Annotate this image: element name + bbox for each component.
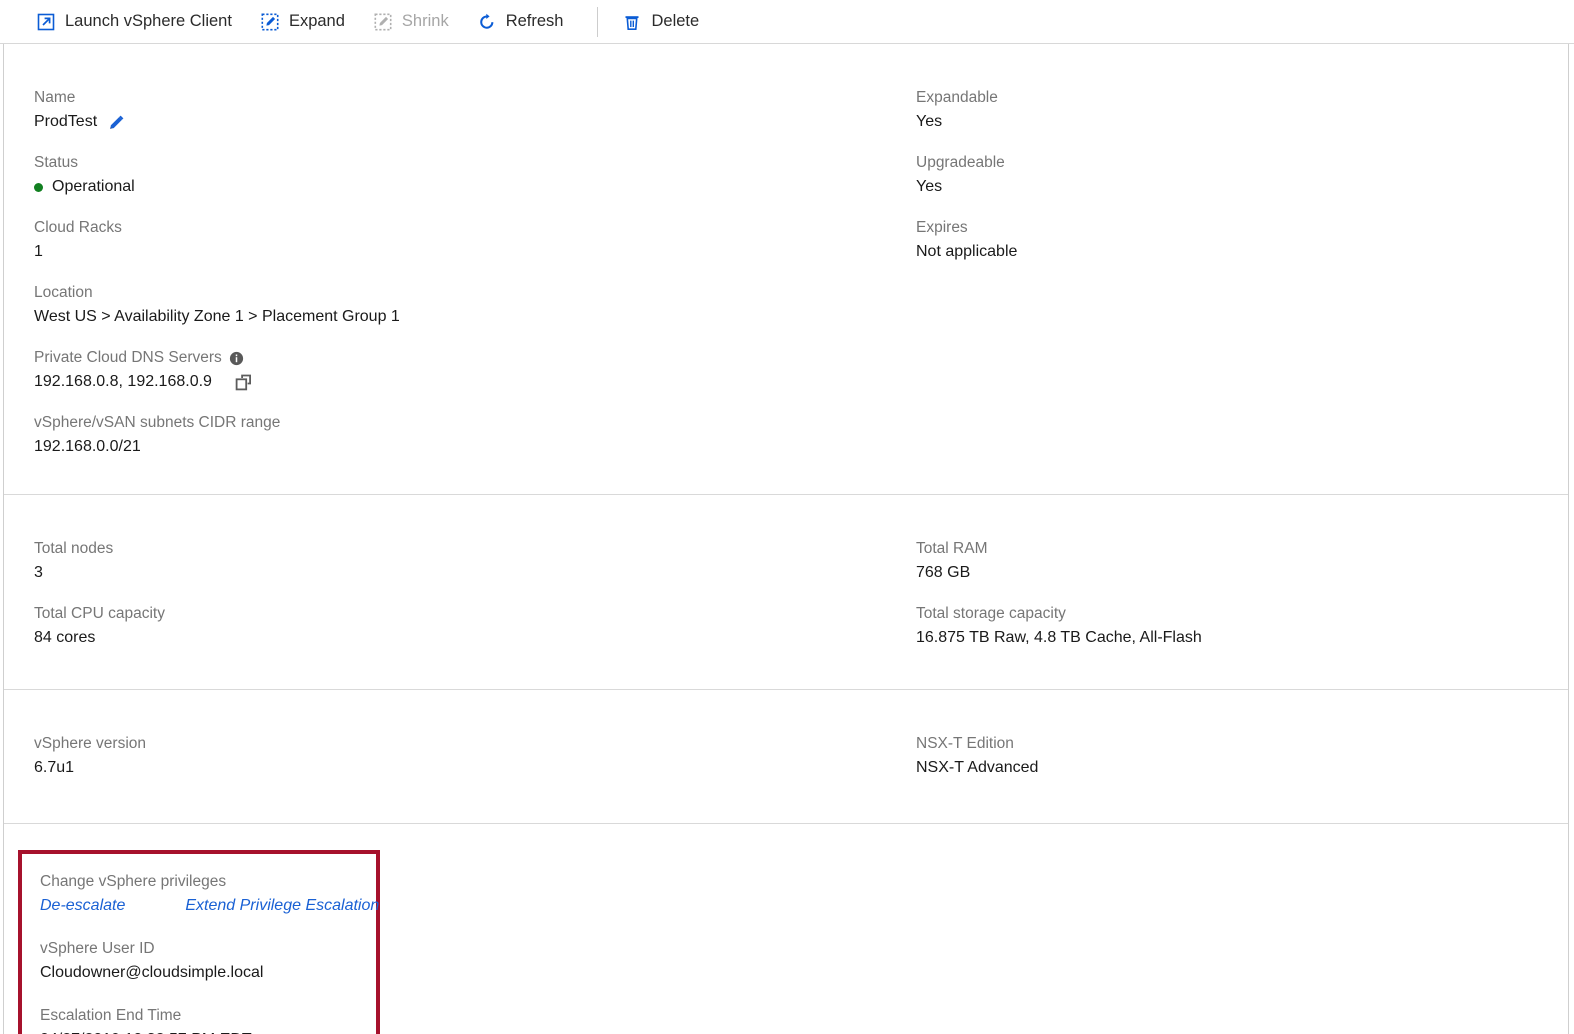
dns-servers-label-row: Private Cloud DNS Servers: [34, 348, 916, 368]
launch-vsphere-client-button[interactable]: Launch vSphere Client: [36, 6, 246, 38]
expandable-label: Expandable: [916, 89, 998, 106]
total-storage-field: Total storage capacity 16.875 TB Raw, 4.…: [916, 604, 1568, 649]
total-ram-value: 768 GB: [916, 564, 971, 581]
location-field: Location West US > Availability Zone 1 >…: [34, 283, 916, 328]
total-cpu-value: 84 cores: [34, 629, 96, 646]
overview-left-column: Name ProdTest Status Operational Cloud R…: [4, 88, 916, 458]
capacity-left-column: Total nodes 3 Total CPU capacity 84 core…: [4, 539, 916, 649]
upgradeable-value: Yes: [916, 178, 943, 195]
name-value: ProdTest: [34, 113, 98, 130]
refresh-label: Refresh: [505, 12, 564, 31]
expires-value: Not applicable: [916, 243, 1018, 260]
status-value: Operational: [52, 178, 135, 195]
status-field: Status Operational: [34, 153, 916, 198]
status-label: Status: [34, 154, 78, 171]
dns-servers-label: Private Cloud DNS Servers: [34, 349, 222, 366]
status-value-row: Operational: [34, 176, 916, 198]
versions-section: vSphere version 6.7u1 NSX-T Edition NSX-…: [4, 690, 1568, 824]
refresh-button[interactable]: Refresh: [477, 6, 578, 38]
name-label: Name: [34, 89, 76, 106]
shrink-button[interactable]: Shrink: [373, 6, 463, 38]
versions-right-column: NSX-T Edition NSX-T Advanced: [916, 734, 1568, 779]
info-icon[interactable]: [229, 351, 244, 366]
vsphere-user-id-label: vSphere User ID: [40, 940, 155, 957]
external-link-icon: [36, 12, 56, 32]
privileges-highlight-box: Change vSphere privileges De-escalate Ex…: [18, 850, 380, 1034]
detail-panel: Name ProdTest Status Operational Cloud R…: [3, 44, 1569, 1034]
vsphere-version-value: 6.7u1: [34, 759, 75, 776]
extend-privilege-escalation-link[interactable]: Extend Privilege Escalation: [185, 895, 379, 917]
change-privileges-field: Change vSphere privileges De-escalate Ex…: [40, 872, 379, 917]
cloud-racks-field: Cloud Racks 1: [34, 218, 916, 263]
overview-section: Name ProdTest Status Operational Cloud R…: [4, 44, 1568, 495]
toolbar-divider: [597, 6, 599, 37]
de-escalate-link[interactable]: De-escalate: [40, 895, 125, 917]
private-cloud-detail-page: Launch vSphere Client Expand Shrink Refr…: [0, 0, 1574, 1034]
pencil-icon[interactable]: [107, 113, 126, 132]
total-cpu-field: Total CPU capacity 84 cores: [34, 604, 916, 649]
upgradeable-field: Upgradeable Yes: [916, 153, 1568, 198]
total-storage-value: 16.875 TB Raw, 4.8 TB Cache, All-Flash: [916, 629, 1202, 646]
vsphere-version-field: vSphere version 6.7u1: [34, 734, 916, 779]
shrink-label: Shrink: [401, 12, 449, 31]
dns-servers-field: Private Cloud DNS Servers 192.168.0.8, 1…: [34, 348, 916, 393]
nsxt-edition-value: NSX-T Advanced: [916, 759, 1039, 776]
copy-icon[interactable]: [234, 372, 254, 392]
cloud-racks-value: 1: [34, 243, 43, 260]
upgradeable-label: Upgradeable: [916, 154, 1005, 171]
name-value-row: ProdTest: [34, 111, 916, 133]
privileges-section: Change vSphere privileges De-escalate Ex…: [4, 824, 1568, 1034]
delete-label: Delete: [651, 12, 700, 31]
versions-left-column: vSphere version 6.7u1: [4, 734, 916, 779]
total-nodes-value: 3: [34, 564, 43, 581]
dns-servers-value: 192.168.0.8, 192.168.0.9: [34, 373, 212, 390]
vsphere-user-id-field: vSphere User ID Cloudowner@cloudsimple.l…: [40, 939, 376, 984]
location-value: West US > Availability Zone 1 > Placemen…: [34, 308, 400, 325]
vsphere-user-id-value: Cloudowner@cloudsimple.local: [40, 964, 264, 981]
cidr-range-field: vSphere/vSAN subnets CIDR range 192.168.…: [34, 413, 916, 458]
location-label: Location: [34, 284, 93, 301]
cidr-range-value: 192.168.0.0/21: [34, 438, 141, 455]
expires-label: Expires: [916, 219, 968, 236]
total-nodes-label: Total nodes: [34, 540, 114, 557]
expires-field: Expires Not applicable: [916, 218, 1568, 263]
total-ram-field: Total RAM 768 GB: [916, 539, 1568, 584]
capacity-right-column: Total RAM 768 GB Total storage capacity …: [916, 539, 1568, 649]
shrink-icon: [373, 12, 393, 32]
trash-icon: [622, 12, 642, 32]
cloud-racks-label: Cloud Racks: [34, 219, 122, 236]
expand-button[interactable]: Expand: [260, 6, 359, 38]
capacity-section: Total nodes 3 Total CPU capacity 84 core…: [4, 495, 1568, 690]
vsphere-version-label: vSphere version: [34, 735, 147, 752]
dns-servers-value-row: 192.168.0.8, 192.168.0.9: [34, 371, 916, 393]
delete-button[interactable]: Delete: [622, 6, 713, 38]
refresh-icon: [477, 12, 497, 32]
escalation-end-time-field: Escalation End Time 04/27/2019 10:32:57 …: [40, 1006, 376, 1034]
launch-vsphere-client-label: Launch vSphere Client: [65, 12, 232, 31]
change-privileges-label: Change vSphere privileges: [40, 873, 227, 890]
action-toolbar: Launch vSphere Client Expand Shrink Refr…: [0, 0, 1574, 44]
nsxt-edition-label: NSX-T Edition: [916, 735, 1014, 752]
overview-right-column: Expandable Yes Upgradeable Yes Expires N…: [916, 88, 1568, 263]
total-ram-label: Total RAM: [916, 540, 988, 557]
escalation-end-time-value: 04/27/2019 10:32:57 PM EDT: [40, 1029, 376, 1034]
expand-icon: [260, 12, 280, 32]
total-cpu-label: Total CPU capacity: [34, 605, 165, 622]
name-field: Name ProdTest: [34, 88, 916, 133]
cidr-range-label: vSphere/vSAN subnets CIDR range: [34, 414, 281, 431]
expand-label: Expand: [288, 12, 345, 31]
expandable-field: Expandable Yes: [916, 88, 1568, 133]
expandable-value: Yes: [916, 113, 943, 130]
privileges-links-row: De-escalate Extend Privilege Escalation: [40, 895, 379, 917]
total-nodes-field: Total nodes 3: [34, 539, 916, 584]
escalation-end-time-label: Escalation End Time: [40, 1007, 182, 1024]
status-dot-icon: [34, 182, 43, 192]
total-storage-label: Total storage capacity: [916, 605, 1066, 622]
nsxt-edition-field: NSX-T Edition NSX-T Advanced: [916, 734, 1568, 779]
